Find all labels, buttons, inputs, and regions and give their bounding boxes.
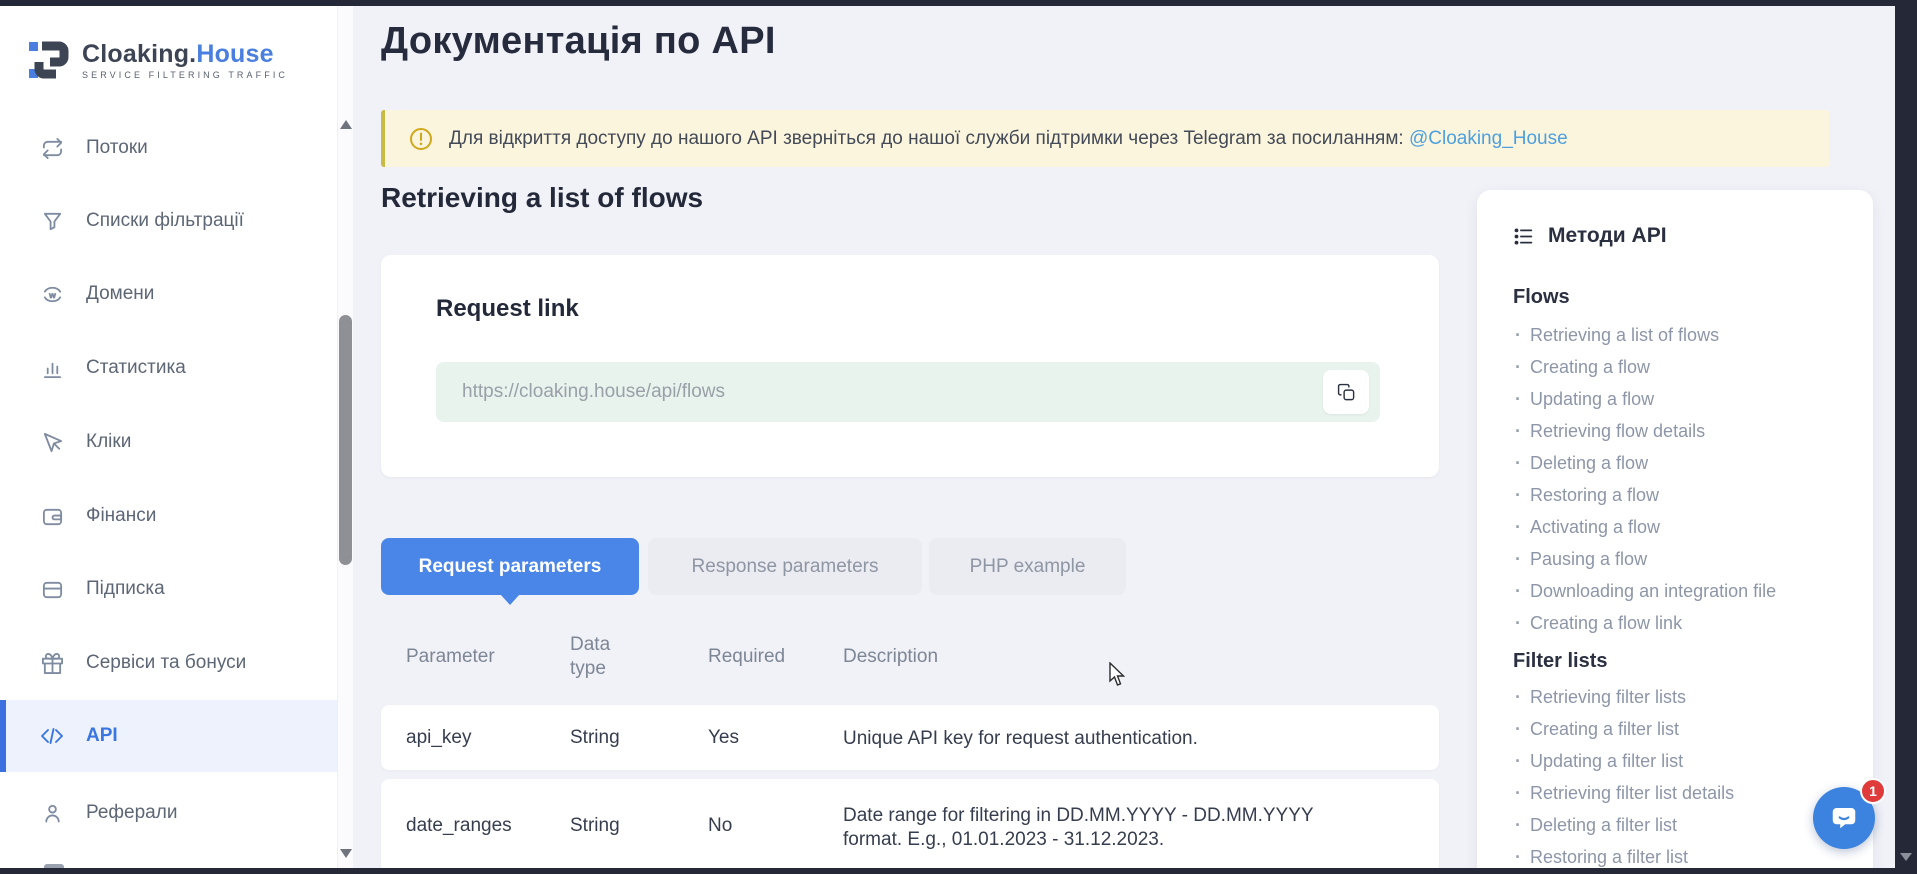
request-link-card: Request link https://cloaking.house/api/… xyxy=(381,255,1439,477)
method-link[interactable]: Pausing a flow xyxy=(1515,549,1647,570)
api-methods-panel: Методи API Flows Retrieving a list of fl… xyxy=(1477,190,1873,874)
copy-button[interactable] xyxy=(1323,370,1369,414)
sidebar-item-referrals[interactable]: Реферали xyxy=(0,777,337,849)
col-header-required: Required xyxy=(708,646,785,668)
referrals-icon xyxy=(40,801,64,825)
param-type: String xyxy=(570,815,620,837)
method-link[interactable]: Updating a flow xyxy=(1515,389,1654,410)
tab-response-parameters[interactable]: Response parameters xyxy=(648,538,922,595)
request-url-field[interactable]: https://cloaking.house/api/flows xyxy=(436,362,1380,422)
sidebar-item-clicks[interactable]: Кліки xyxy=(0,406,337,478)
param-description: Unique API key for request authenticatio… xyxy=(843,727,1363,751)
param-name: api_key xyxy=(406,727,472,749)
sidebar-item-subscription[interactable]: Підписка xyxy=(0,553,337,625)
methods-section-flows: Flows xyxy=(1513,286,1570,309)
sidebar-item-domains[interactable]: w Домени xyxy=(0,258,337,330)
banner-text: Для відкриття доступу до нашого API звер… xyxy=(449,128,1568,150)
param-type: String xyxy=(570,727,620,749)
param-description: Date range for filtering in DD.MM.YYYY -… xyxy=(843,804,1363,852)
list-icon xyxy=(1513,226,1534,247)
scroll-down-icon[interactable] xyxy=(340,849,352,858)
scrollbar-thumb[interactable] xyxy=(339,315,352,565)
request-link-title: Request link xyxy=(436,295,579,323)
section-title: Retrieving a list of flows xyxy=(381,182,703,214)
sidebar-item-api[interactable]: API xyxy=(0,700,337,772)
methods-title: Методи API xyxy=(1548,224,1667,248)
window-scroll-down-icon[interactable] xyxy=(1900,853,1912,861)
param-name: date_ranges xyxy=(406,815,512,837)
api-icon xyxy=(40,724,64,748)
param-required: No xyxy=(708,815,732,837)
method-link[interactable]: Activating a flow xyxy=(1515,517,1660,538)
tab-php-example[interactable]: PHP example xyxy=(929,538,1126,595)
request-url: https://cloaking.house/api/flows xyxy=(462,381,725,403)
info-banner: Для відкриття доступу до нашого API звер… xyxy=(381,110,1829,167)
app-window: Cloaking.House SERVICE FILTERING TRAFFIC… xyxy=(0,0,1917,874)
method-link[interactable]: Restoring a filter list xyxy=(1515,847,1688,868)
chat-bubble-icon xyxy=(1829,803,1859,833)
method-link[interactable]: Deleting a flow xyxy=(1515,453,1648,474)
telegram-link[interactable]: @Cloaking_House xyxy=(1409,128,1568,149)
method-link[interactable]: Creating a filter list xyxy=(1515,719,1679,740)
statistics-icon xyxy=(40,356,64,380)
method-link[interactable]: Retrieving filter list details xyxy=(1515,783,1734,804)
svg-text:w: w xyxy=(48,289,56,299)
sidebar-item-filter-lists[interactable]: Списки фільтрації xyxy=(0,185,337,257)
method-link[interactable]: Creating a flow link xyxy=(1515,613,1682,634)
sidebar: Cloaking.House SERVICE FILTERING TRAFFIC… xyxy=(0,6,337,868)
method-link[interactable]: Retrieving filter lists xyxy=(1515,687,1686,708)
brand-name: Cloaking.House xyxy=(82,41,288,67)
chat-unread-badge: 1 xyxy=(1860,778,1886,804)
page-title: Документація по API xyxy=(381,20,776,63)
brand-tagline: SERVICE FILTERING TRAFFIC xyxy=(82,70,288,80)
tab-request-parameters[interactable]: Request parameters xyxy=(381,538,639,595)
method-link[interactable]: Retrieving flow details xyxy=(1515,421,1705,442)
flows-icon xyxy=(40,136,64,160)
table-row: api_key String Yes Unique API key for re… xyxy=(381,705,1439,770)
logo[interactable]: Cloaking.House SERVICE FILTERING TRAFFIC xyxy=(28,30,308,90)
sidebar-item-finance[interactable]: Фінанси xyxy=(0,480,337,552)
filter-lists-icon xyxy=(40,209,64,233)
top-edge-bar xyxy=(0,0,1917,6)
param-required: Yes xyxy=(708,727,739,749)
services-icon xyxy=(40,651,64,675)
sidebar-item-statistics[interactable]: Статистика xyxy=(0,332,337,404)
subscription-icon xyxy=(40,577,64,601)
method-link[interactable]: Downloading an integration file xyxy=(1515,581,1776,602)
cloaking-house-logo-icon xyxy=(28,36,70,84)
col-header-parameter: Parameter xyxy=(406,646,495,668)
method-link[interactable]: Deleting a filter list xyxy=(1515,815,1677,836)
finance-icon xyxy=(40,504,64,528)
col-header-description: Description xyxy=(843,646,938,668)
right-edge-bar xyxy=(1895,0,1917,874)
mouse-cursor xyxy=(1108,662,1130,688)
active-tab-pointer xyxy=(500,594,520,605)
clicks-icon xyxy=(40,430,64,454)
copy-icon xyxy=(1337,383,1356,402)
sidebar-item-flows[interactable]: Потоки xyxy=(0,112,337,184)
bottom-edge-bar xyxy=(0,868,1917,874)
col-header-data-type: Data type xyxy=(570,633,632,681)
sidebar-item-services[interactable]: Сервіси та бонуси xyxy=(0,627,337,699)
method-link[interactable]: Retrieving a list of flows xyxy=(1515,325,1719,346)
scroll-up-icon[interactable] xyxy=(340,120,352,129)
method-link[interactable]: Creating a flow xyxy=(1515,357,1650,378)
method-link[interactable]: Updating a filter list xyxy=(1515,751,1683,772)
info-icon xyxy=(409,127,433,151)
method-link[interactable]: Restoring a flow xyxy=(1515,485,1659,506)
domains-icon: w xyxy=(40,282,64,306)
methods-section-filter-lists: Filter lists xyxy=(1513,650,1607,673)
table-row: date_ranges String No Date range for fil… xyxy=(381,779,1439,874)
